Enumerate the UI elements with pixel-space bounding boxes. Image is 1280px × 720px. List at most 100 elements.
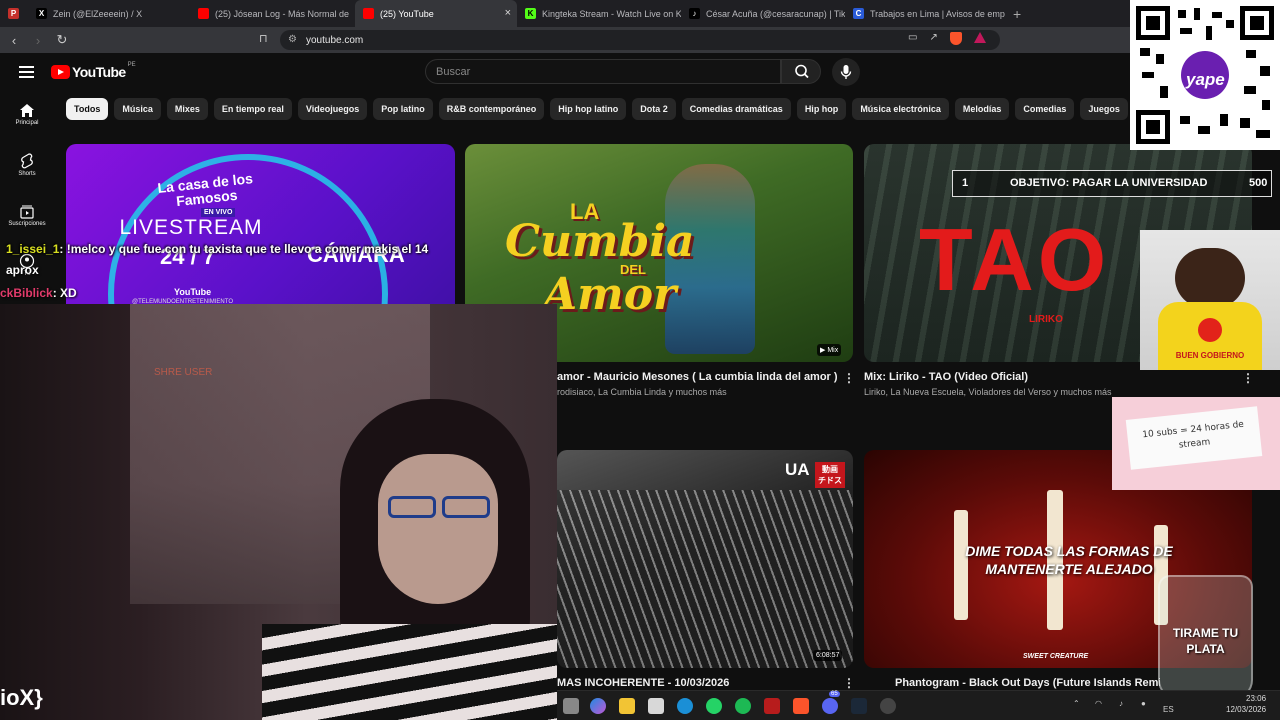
chip-rnb[interactable]: R&B contemporáneo — [438, 98, 545, 120]
brave-rewards-icon[interactable] — [973, 32, 986, 43]
discord-badge: 65 — [829, 691, 840, 697]
tab-pinned[interactable]: P — [0, 0, 28, 27]
more-options-icon[interactable]: ⋮ — [843, 676, 855, 690]
taskview-icon[interactable] — [563, 698, 579, 714]
chip-todos[interactable]: Todos — [66, 98, 109, 120]
youtube-favicon-icon — [363, 8, 374, 19]
spotify-icon[interactable] — [735, 698, 751, 714]
tab-x[interactable]: X Zein (@ElZeeeein) / X — [28, 0, 190, 27]
microphone-icon — [840, 65, 852, 79]
more-options-icon[interactable]: ⋮ — [843, 371, 855, 385]
thumbnail-lyric: DIME TODAS LAS FORMAS DE MANTENERTE ALEJ… — [965, 543, 1173, 577]
category-chips: Todos Música Mixes En tiempo real Videojuego… — [66, 98, 1216, 120]
close-tab-icon[interactable]: × — [505, 7, 511, 19]
video-thumbnail-city[interactable]: UA 動画 チドス 6:08:57 — [557, 450, 853, 668]
video-title[interactable]: Phantogram - Black Out Days (Future Isla… — [895, 677, 1160, 689]
file-explorer-icon[interactable] — [619, 698, 635, 714]
chip-comedias[interactable]: Comedias — [1015, 98, 1075, 120]
chip-pop-latino[interactable]: Pop latino — [373, 98, 433, 120]
rail-item-shorts[interactable]: Shorts — [0, 153, 54, 177]
voice-search-button[interactable] — [832, 58, 860, 86]
chip-hip-hop[interactable]: Hip hop — [796, 98, 847, 120]
chip-melodias[interactable]: Melodías — [954, 98, 1010, 120]
brave-shield-icon[interactable] — [949, 32, 962, 45]
microphone-tray-icon[interactable]: ● — [1141, 699, 1146, 708]
tray-chevron-icon[interactable]: ⌃ — [1073, 699, 1080, 708]
thumbnail-livestream-text: LIVESTREAM — [119, 216, 263, 239]
tab-kick[interactable]: K Kingteka Stream - Watch Live on Kick — [517, 0, 681, 27]
x-logo-icon: X — [36, 8, 47, 19]
windows-taskbar: 65 ⌃ ◠ ♪ ● ES — [557, 690, 1280, 720]
rail-item-subscriptions[interactable]: Suscripciones — [0, 203, 54, 227]
chip-videojuegos[interactable]: Videojuegos — [297, 98, 368, 120]
edge-icon[interactable] — [677, 698, 693, 714]
video-title[interactable]: amor - Mauricio Mesones ( La cumbia lind… — [557, 371, 837, 383]
thumbnail-amor: Amor — [543, 269, 677, 320]
video-title[interactable]: MAS INCOHERENTE - 10/03/2026 — [557, 677, 837, 689]
search-input[interactable]: Buscar — [425, 59, 781, 84]
new-tab-button[interactable]: + — [1005, 6, 1029, 22]
video-title[interactable]: Mix: Liriko - TAO (Video Oficial) — [864, 371, 1234, 383]
chip-musica-electronica[interactable]: Música electrónica — [852, 98, 949, 120]
tab-trabajos[interactable]: C Trabajos en Lima | Avisos de empleo — [845, 0, 1005, 27]
youtube-header: YouTube PE Buscar — [0, 53, 1280, 91]
rail-item-home[interactable]: Principal — [0, 103, 54, 126]
store-icon[interactable] — [648, 698, 664, 714]
taskbar-clock[interactable]: 23:06 12/03/2026 — [1226, 693, 1266, 715]
browser-tab-strip: P X Zein (@ElZeeeein) / X (25) Jósean Log… — [0, 0, 1280, 27]
brave-icon[interactable] — [793, 698, 809, 714]
mix-badge: ▶ Mix — [817, 344, 842, 356]
toolbar-actions: ▭ ↗ — [908, 32, 986, 45]
volume-icon[interactable]: ♪ — [1119, 699, 1123, 708]
whatsapp-icon[interactable] — [706, 698, 722, 714]
app-red-icon[interactable] — [764, 698, 780, 714]
chip-comedias-dramaticas[interactable]: Comedias dramáticas — [681, 98, 791, 120]
language-indicator[interactable]: ES — [1163, 705, 1174, 714]
webcam-glasses-right — [442, 496, 490, 518]
cast-icon[interactable]: ▭ — [908, 32, 917, 45]
chat-text: : XD — [52, 286, 77, 300]
chat-username: 1_issei_1 — [6, 242, 60, 256]
yape-qr-code: yape — [1130, 0, 1280, 150]
tab-youtube[interactable]: (25) YouTube × — [355, 0, 517, 27]
discord-icon[interactable] — [822, 698, 838, 714]
address-bar[interactable]: ⚙ youtube.com — [280, 30, 1000, 50]
steam-icon[interactable] — [851, 698, 867, 714]
streamer-name-fragment: ioX} — [0, 685, 43, 710]
url-text: youtube.com — [306, 34, 364, 46]
tab-label: (25) YouTube — [380, 8, 434, 19]
back-icon[interactable]: ‹ — [4, 33, 24, 48]
screen: P X Zein (@ElZeeeein) / X (25) Jósean Log… — [0, 0, 1280, 720]
tab-tiktok[interactable]: ♪ César Acuña (@cesaracunap) | TikTok — [681, 0, 845, 27]
youtube-logo[interactable]: YouTube PE — [51, 62, 136, 80]
copilot-icon[interactable] — [590, 698, 606, 714]
chip-dota-2[interactable]: Dota 2 — [632, 98, 676, 120]
chat-message: aprox — [6, 263, 39, 277]
chip-musica[interactable]: Música — [114, 98, 161, 120]
bookmark-icon[interactable]: ⊓ — [259, 32, 268, 45]
chip-juegos[interactable]: Juegos — [1080, 98, 1128, 120]
kick-favicon-icon: K — [525, 8, 536, 19]
share-icon[interactable]: ↗ — [929, 32, 937, 45]
mix-badge-label: Mix — [827, 347, 839, 354]
youtube-wordmark: YouTube — [72, 64, 126, 80]
obs-icon[interactable] — [880, 698, 896, 714]
thumbnail-ua: UA — [785, 460, 810, 479]
reload-icon[interactable]: ↻ — [52, 32, 72, 48]
forward-icon[interactable]: › — [28, 33, 48, 48]
chat-text: : !melco y que fue con tu taxista que te… — [59, 242, 429, 256]
menu-icon[interactable] — [19, 66, 34, 78]
tab-label: Trabajos en Lima | Avisos de empleo — [870, 8, 1005, 19]
tab-josean[interactable]: (25) Jósean Log - Más Normal de — [190, 0, 355, 27]
site-settings-icon[interactable]: ⚙ — [288, 34, 297, 45]
more-options-icon[interactable]: ⋮ — [1242, 371, 1254, 385]
chip-mixes[interactable]: Mixes — [166, 98, 208, 120]
video-duration: 6:08:57 — [813, 650, 843, 661]
chip-hip-hop-latino[interactable]: Hip hop latino — [550, 98, 627, 120]
search-button[interactable] — [781, 59, 821, 84]
thumbnail-liriko: LIRIKO — [1029, 314, 1063, 325]
thumbnail-city-lights — [557, 490, 853, 668]
chip-en-tiempo-real[interactable]: En tiempo real — [213, 98, 292, 120]
webcam-sweater — [262, 624, 557, 720]
network-icon[interactable]: ◠ — [1095, 699, 1102, 708]
